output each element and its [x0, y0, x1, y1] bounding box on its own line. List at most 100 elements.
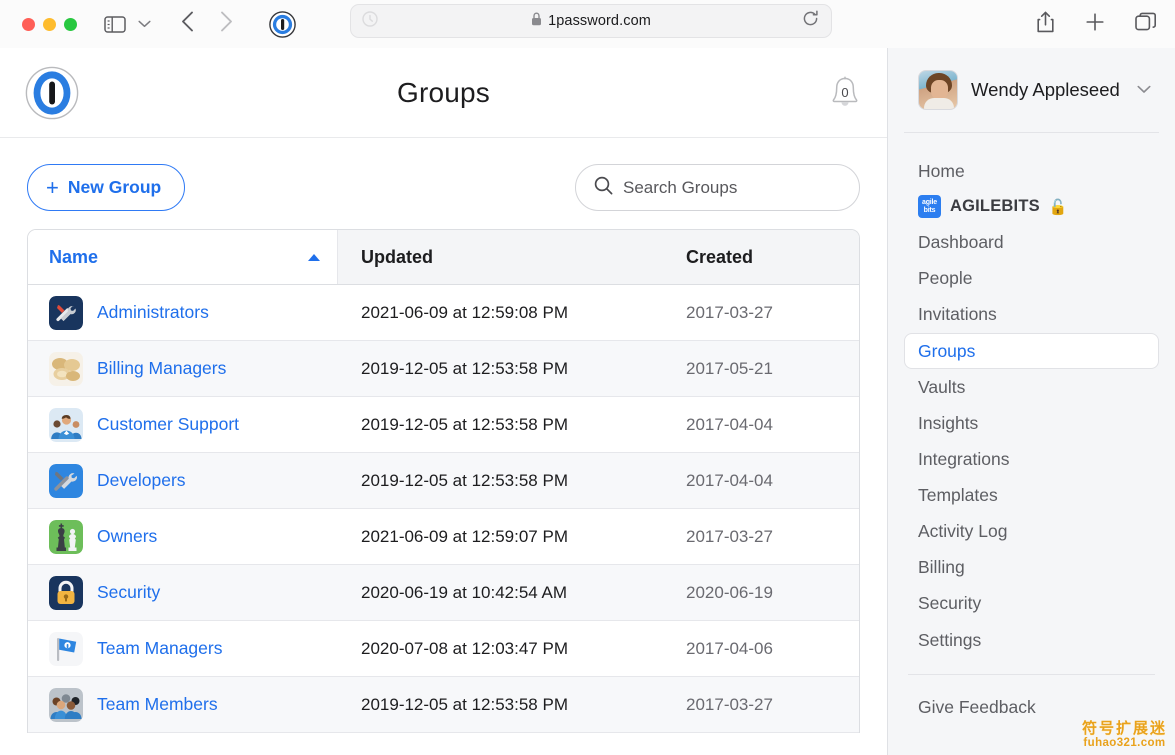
- reload-icon[interactable]: [802, 10, 819, 32]
- cell-created: 2017-03-27: [686, 694, 773, 714]
- table-row[interactable]: Billing Managers 2019-12-05 at 12:53:58 P…: [28, 341, 859, 397]
- account-switcher[interactable]: Wendy Appleseed: [904, 48, 1159, 133]
- sidebar-item-vaults[interactable]: Vaults: [904, 369, 1159, 405]
- maximize-window-button[interactable]: [64, 17, 77, 31]
- onepassword-logo-icon[interactable]: [25, 66, 79, 120]
- back-arrow-icon[interactable]: [181, 11, 194, 37]
- cell-updated: 2020-07-08 at 12:03:47 PM: [361, 638, 568, 658]
- sidebar-item-integrations[interactable]: Integrations: [904, 441, 1159, 477]
- cell-name: Developers: [28, 463, 338, 498]
- page-header: Groups 0: [0, 48, 887, 138]
- cell-updated: 2020-06-19 at 10:42:54 AM: [361, 582, 568, 602]
- cell-updated: 2021-06-09 at 12:59:08 PM: [361, 302, 568, 322]
- lock-icon: [531, 12, 542, 30]
- sidebar-item-activity-log[interactable]: Activity Log: [904, 513, 1159, 549]
- plus-icon: +: [46, 174, 59, 200]
- table-row[interactable]: Security 2020-06-19 at 10:42:54 AM 2020-06…: [28, 565, 859, 621]
- sidebar-item-groups[interactable]: Groups: [904, 332, 1159, 369]
- onepassword-extension-icon[interactable]: [269, 10, 296, 38]
- share-icon[interactable]: [1036, 11, 1055, 38]
- main-content: Groups 0 + New Group Search Groups Name …: [0, 48, 888, 755]
- chevron-down-icon: [1137, 81, 1151, 99]
- table-row[interactable]: Administrators 2021-06-09 at 12:59:08 PM 2…: [28, 285, 859, 341]
- cell-updated: 2019-12-05 at 12:53:58 PM: [361, 358, 568, 378]
- sidebar-nav: Home agile bits AGILEBITS 🔓 Dashboard Peo…: [904, 133, 1159, 725]
- table-body: Administrators 2021-06-09 at 12:59:08 PM 2…: [28, 285, 859, 733]
- table-row[interactable]: Team Managers 2020-07-08 at 12:03:47 PM 20…: [28, 621, 859, 677]
- sidebar-item-dashboard[interactable]: Dashboard: [904, 224, 1159, 260]
- sidebar-item-people[interactable]: People: [904, 260, 1159, 296]
- coins-icon: [49, 351, 83, 386]
- group-name-link[interactable]: Team Managers: [97, 638, 222, 659]
- close-window-button[interactable]: [22, 17, 35, 31]
- cell-name: Team Members: [28, 687, 338, 722]
- forward-arrow-icon[interactable]: [220, 11, 233, 37]
- table-row[interactable]: Team Members 2019-12-05 at 12:53:58 PM 201…: [28, 677, 859, 733]
- toolbar-left-controls: [77, 10, 296, 38]
- sidebar-item-invitations[interactable]: Invitations: [904, 296, 1159, 332]
- agilebits-logo-top: agile: [922, 199, 937, 207]
- cell-name: Billing Managers: [28, 351, 338, 386]
- group-name-link[interactable]: Administrators: [97, 302, 209, 323]
- flag-icon: [49, 631, 83, 666]
- minimize-window-button[interactable]: [43, 17, 56, 31]
- sidebar-item-home[interactable]: Home: [904, 153, 1159, 189]
- address-bar-url: 1password.com: [548, 13, 651, 29]
- tools-icon: [49, 295, 83, 330]
- table-row[interactable]: Customer Support 2019-12-05 at 12:53:58 P…: [28, 397, 859, 453]
- sidebar-item-billing[interactable]: Billing: [904, 549, 1159, 585]
- new-group-button[interactable]: + New Group: [27, 164, 186, 211]
- browser-toolbar: 1password.com: [0, 0, 1175, 48]
- padlock-icon: [49, 575, 83, 610]
- hammer-wrench-icon: [49, 463, 83, 498]
- toolbar-right-controls: [1036, 11, 1157, 38]
- cell-updated: 2019-12-05 at 12:53:58 PM: [361, 470, 568, 490]
- sidebar-item-security[interactable]: Security: [904, 585, 1159, 621]
- group-name-link[interactable]: Billing Managers: [97, 358, 226, 379]
- support-team-icon: [49, 407, 83, 442]
- group-name-link[interactable]: Customer Support: [97, 414, 239, 435]
- address-bar[interactable]: 1password.com: [350, 4, 832, 38]
- new-group-button-label: New Group: [67, 177, 162, 197]
- cell-updated: 2021-06-09 at 12:59:07 PM: [361, 526, 568, 546]
- table-header-row: Name Updated Created: [28, 230, 859, 285]
- cell-name: Security: [28, 575, 338, 610]
- account-name: Wendy Appleseed: [971, 79, 1120, 100]
- agilebits-logo-icon: agile bits: [918, 195, 941, 219]
- search-groups-box[interactable]: [575, 164, 860, 211]
- sidebar-item-templates[interactable]: Templates: [904, 477, 1159, 513]
- cell-created: 2017-05-21: [686, 358, 773, 378]
- search-input[interactable]: [623, 177, 841, 198]
- chevron-down-icon[interactable]: [138, 15, 151, 33]
- group-name-link[interactable]: Developers: [97, 470, 186, 491]
- cell-name: Customer Support: [28, 407, 338, 442]
- group-name-link[interactable]: Owners: [97, 526, 157, 547]
- groups-table-wrap: Name Updated Created Administrators 2021-…: [0, 229, 887, 755]
- sidebar-toggle-icon[interactable]: [104, 15, 126, 33]
- table-row[interactable]: Developers 2019-12-05 at 12:53:58 PM 2017-…: [28, 453, 859, 509]
- unlocked-padlock-icon: 🔓: [1048, 198, 1068, 216]
- column-header-name[interactable]: Name: [28, 230, 338, 284]
- tab-overview-icon[interactable]: [1135, 12, 1157, 37]
- cell-created: 2017-03-27: [686, 302, 773, 322]
- cell-created: 2020-06-19: [686, 582, 773, 602]
- sidebar-divider: [908, 673, 1155, 675]
- right-sidebar: Wendy Appleseed Home agile bits AGILEBIT…: [888, 48, 1175, 755]
- sidebar-item-insights[interactable]: Insights: [904, 405, 1159, 441]
- sidebar-item-agilebits[interactable]: agile bits AGILEBITS 🔓: [904, 189, 1159, 224]
- group-name-link[interactable]: Team Members: [97, 694, 218, 715]
- search-icon: [594, 176, 613, 200]
- sidebar-nav-items: Dashboard People Invitations Groups Vaults In…: [904, 224, 1159, 658]
- watermark: 符号扩展迷 fuhao321.com: [1082, 721, 1167, 749]
- avatar: [918, 70, 958, 110]
- address-bar-url-wrap: 1password.com: [531, 12, 651, 30]
- sidebar-item-settings[interactable]: Settings: [904, 622, 1159, 658]
- privacy-shield-icon: [362, 10, 378, 32]
- new-tab-icon[interactable]: [1085, 12, 1105, 37]
- notification-bell[interactable]: 0: [828, 74, 862, 112]
- column-header-updated[interactable]: Updated: [338, 247, 686, 268]
- column-header-created[interactable]: Created: [686, 247, 753, 268]
- groups-table: Name Updated Created Administrators 2021-…: [27, 229, 860, 733]
- table-row[interactable]: Owners 2021-06-09 at 12:59:07 PM 2017-03-2…: [28, 509, 859, 565]
- group-name-link[interactable]: Security: [97, 582, 160, 603]
